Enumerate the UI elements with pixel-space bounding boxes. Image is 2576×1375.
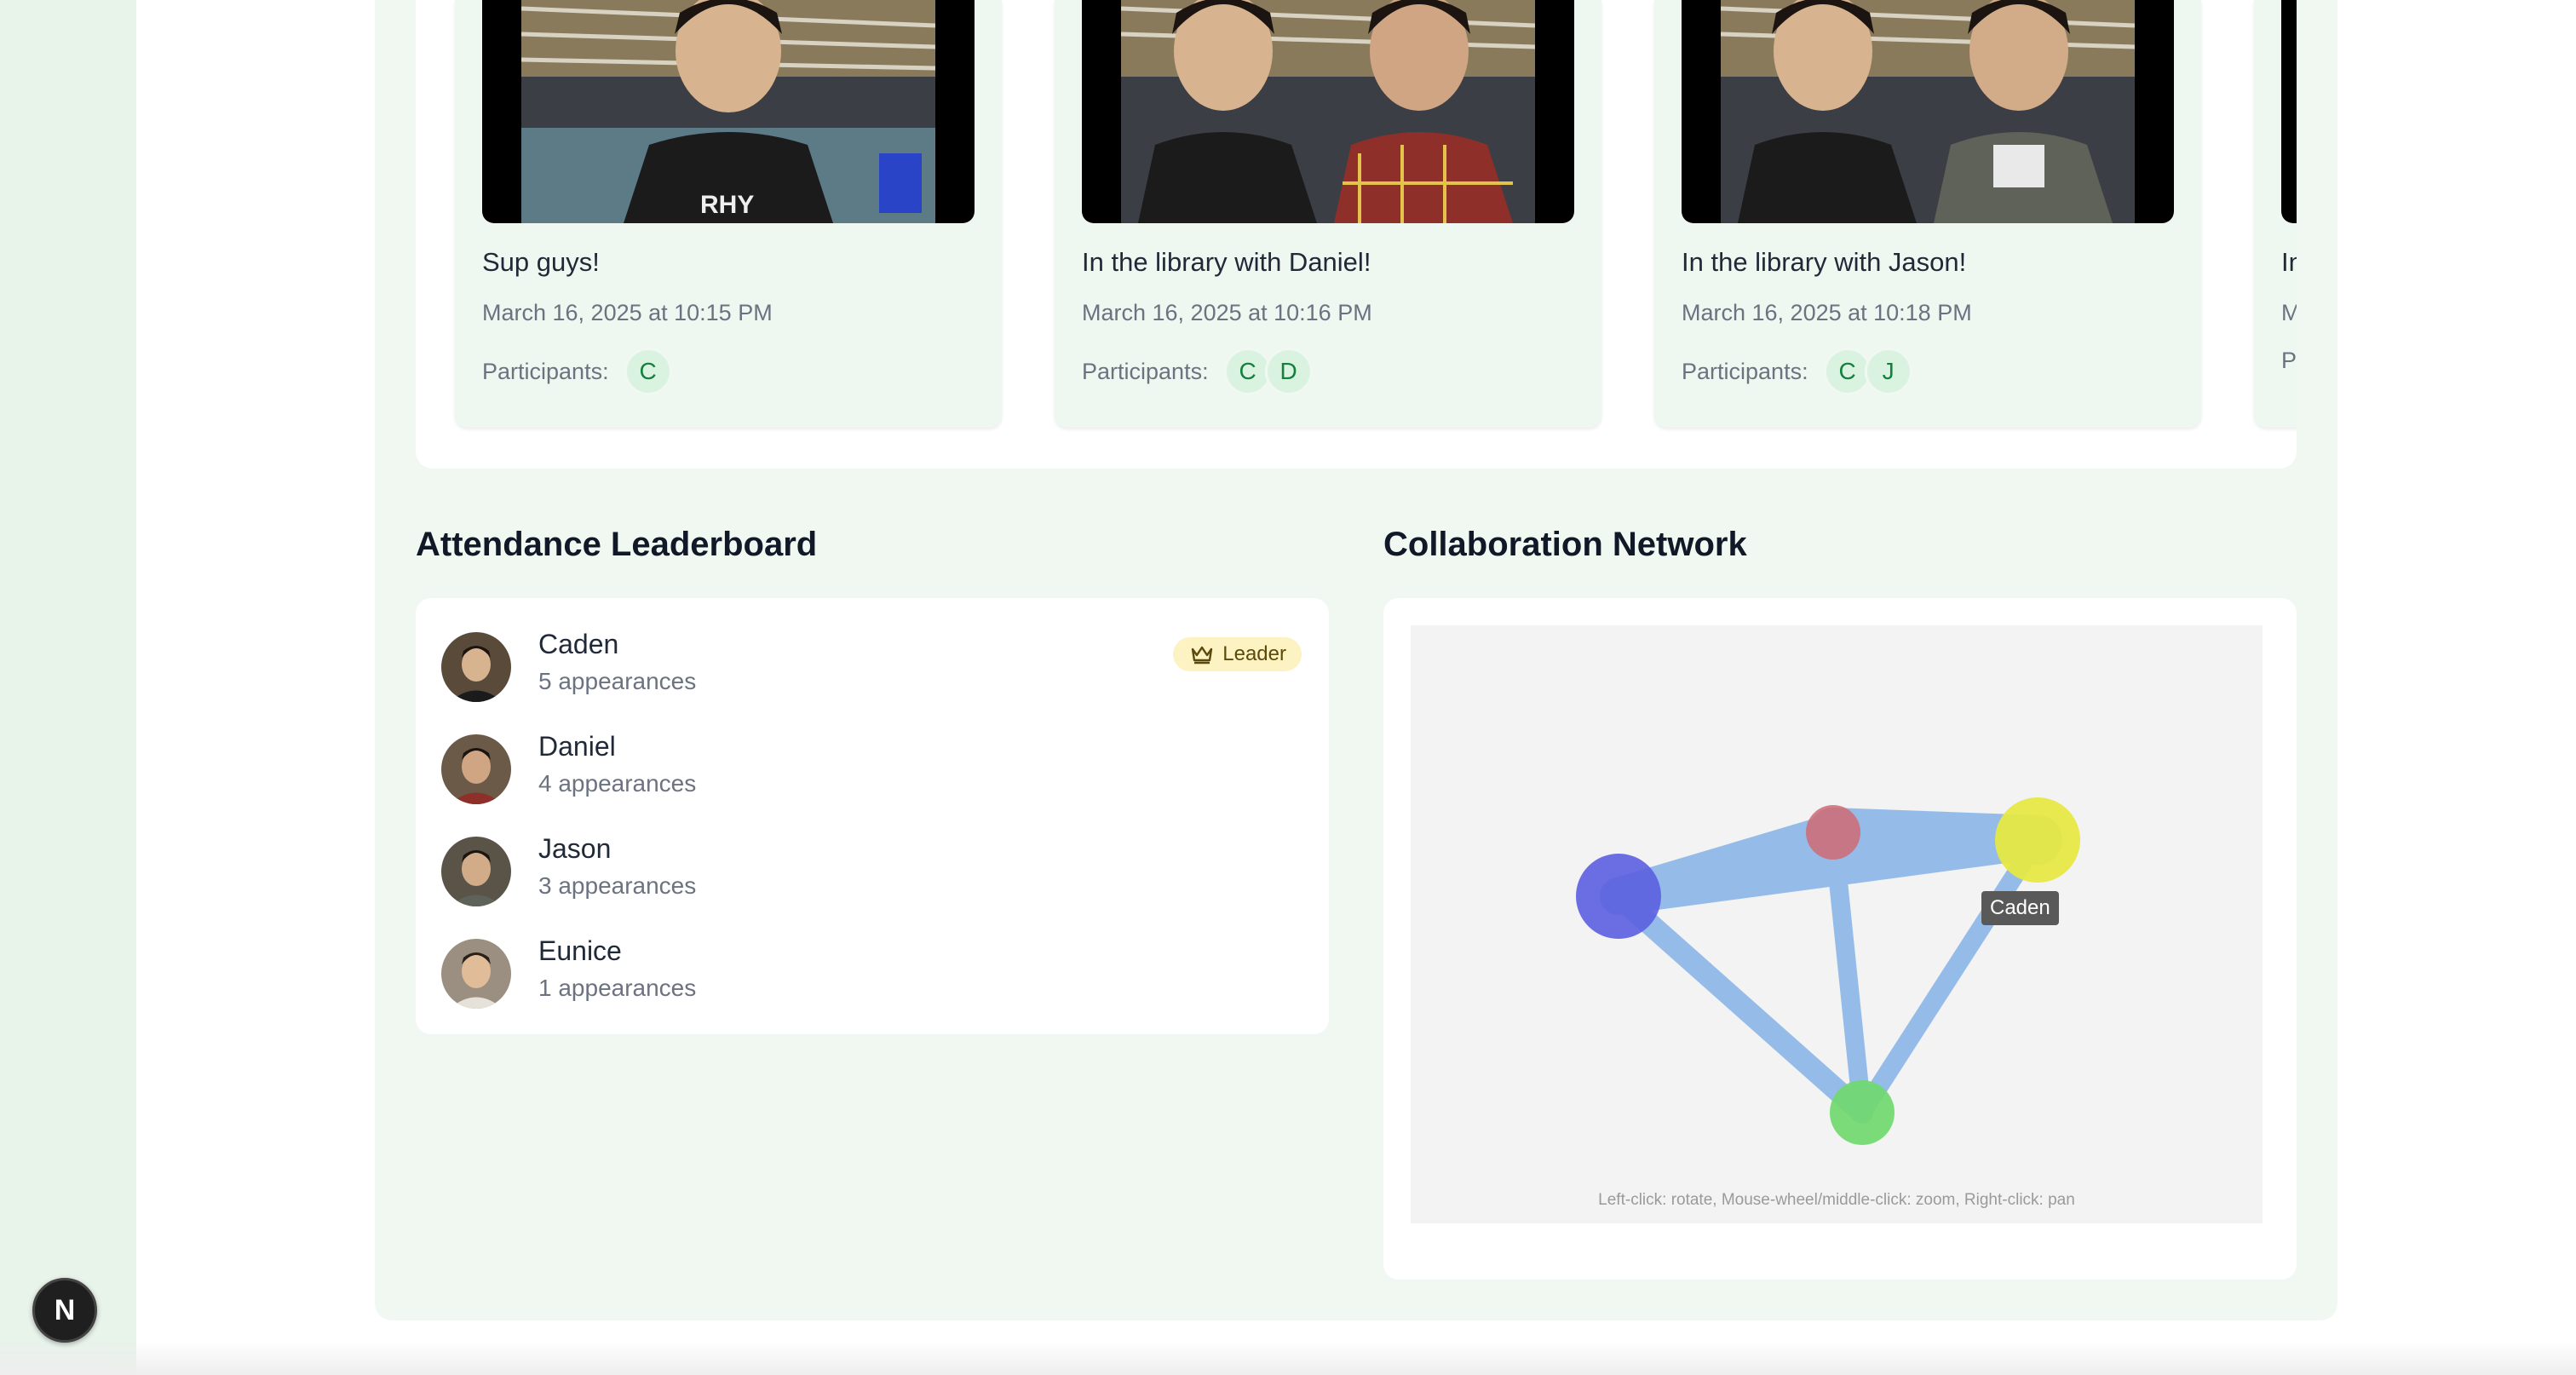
participants-label: Participants: [1082,358,1209,384]
avatar [441,837,511,906]
moment-card[interactable]: In M P [2254,0,2297,428]
network-title: Collaboration Network [1383,526,1747,563]
participant-chip[interactable]: J [1864,348,1912,395]
moment-card[interactable]: In the library with Daniel! March 16, 20… [1055,0,1601,428]
participant-chip[interactable]: C [624,348,672,395]
network-graph-canvas[interactable]: Caden Left-click: rotate, Mouse-wheel/mi… [1411,625,2263,1223]
leaderboard-entry[interactable]: Jason 3 appearances [441,833,1302,910]
leaderboard-entry[interactable]: Eunice 1 appearances [441,935,1302,1012]
leaderboard-entry[interactable]: Caden 5 appearances Leader [441,629,1302,705]
moment-date: March 16, 2025 at 10:18 PM [1682,300,1972,325]
moment-photo: RHY [482,0,975,223]
leaderboard-entry[interactable]: Daniel 4 appearances [441,731,1302,808]
participants-label: Participants: [482,358,609,384]
moment-caption: In the library with Daniel! [1082,247,1371,277]
avatar [441,734,511,804]
participants-row: Participants: C J [1682,348,1912,395]
network-controls-hint: Left-click: rotate, Mouse-wheel/middle-c… [1598,1191,2075,1209]
moment-date: M [2281,300,2297,325]
participants-row: Participants: C [482,348,672,395]
crown-icon [1192,646,1213,664]
leaderboard-name: Jason [538,833,612,864]
leaderboard-count: 1 appearances [538,975,697,1001]
leaderboard-count: 3 appearances [538,872,697,899]
moment-photo [1682,0,2174,223]
moment-caption: In the library with Jason! [1682,247,1967,277]
moment-card[interactable]: In the library with Jason! March 16, 202… [1654,0,2201,428]
moment-card[interactable]: RHY Sup guys! March 16, 2025 at 10:15 PM… [455,0,1002,428]
moment-caption: Sup guys! [482,247,600,277]
graph-edge [1607,885,1873,1124]
moment-photo [1082,0,1574,223]
moment-date: March 16, 2025 at 10:16 PM [1082,300,1372,325]
leaderboard-title: Attendance Leaderboard [416,526,818,563]
network-graph[interactable] [1411,625,2263,1223]
moments-carousel[interactable]: RHY Sup guys! March 16, 2025 at 10:15 PM… [416,0,2297,469]
graph-node [1806,805,1860,860]
graph-node [1576,854,1661,939]
participants-label: Participants: [1682,358,1808,384]
nextjs-logo-icon: N [54,1293,76,1326]
participants-row: Participants: C D [1082,348,1313,395]
moment-photo [2281,0,2297,223]
participants-label: P [2281,348,2297,373]
leaderboard-name: Eunice [538,935,622,966]
network-card: Caden Left-click: rotate, Mouse-wheel/mi… [1383,598,2297,1280]
graph-edge [1853,831,2047,1122]
left-rail [0,0,136,1375]
svg-text:RHY: RHY [700,191,754,219]
leader-badge-label: Leader [1222,642,1286,665]
avatar [441,632,511,702]
participants-row: P [2281,348,2297,374]
moment-caption: In [2281,247,2297,277]
leader-badge: Leader [1173,637,1302,671]
leaderboard-name: Daniel [538,731,616,762]
avatar [441,939,511,1009]
bottom-fade [0,1341,2576,1375]
moment-date: March 16, 2025 at 10:15 PM [482,300,773,325]
leaderboard-card: Caden 5 appearances Leader Daniel 4 appe… [416,598,1329,1034]
leaderboard-count: 4 appearances [538,770,697,797]
nextjs-dev-badge[interactable]: N [32,1278,97,1343]
leaderboard-name: Caden [538,629,619,659]
leaderboard-count: 5 appearances [538,668,697,694]
graph-node [1995,797,2080,883]
participant-chip[interactable]: D [1264,348,1313,395]
graph-node [1830,1080,1895,1145]
node-tooltip: Caden [1981,891,2059,925]
